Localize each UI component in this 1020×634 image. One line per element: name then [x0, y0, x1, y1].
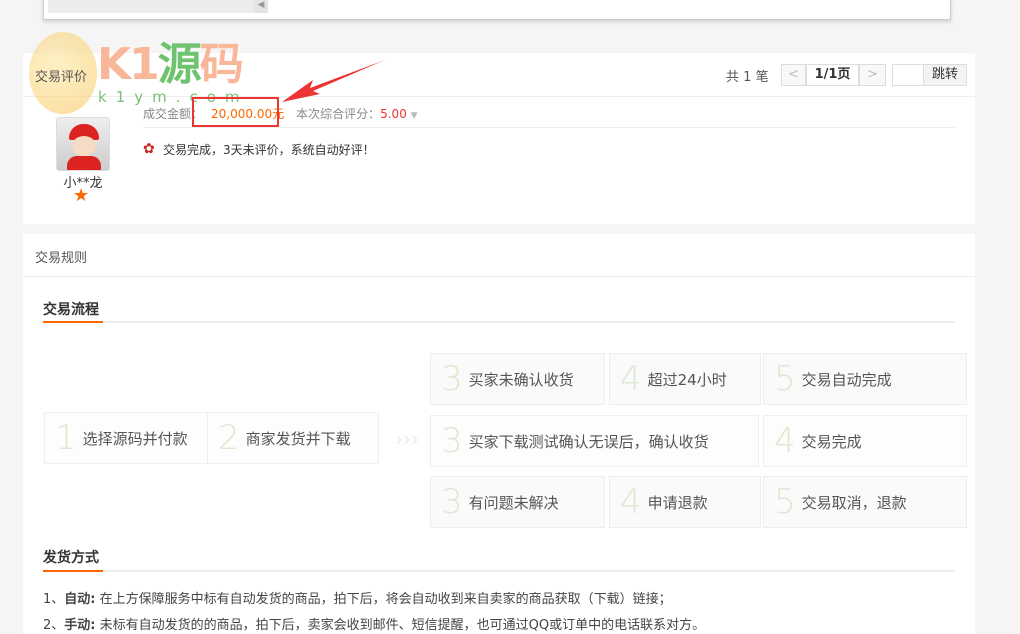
- flow-step: 3 有问题未解决: [430, 476, 605, 528]
- ship-title: 发货方式: [43, 550, 99, 566]
- ship-item: 2、手动: 未标有自动发货的的商品，拍下后，卖家会收到邮件、短信提醒，也可通过Q…: [43, 618, 706, 633]
- rating-star-icon: ★: [73, 185, 90, 206]
- flow-step: 3 买家未确认收货: [430, 353, 605, 405]
- flow-step: 5 交易自动完成: [763, 353, 967, 405]
- flow-step: 4 交易完成: [763, 415, 967, 467]
- flow-step: 4 申请退款: [609, 476, 761, 528]
- horizontal-scrollbar[interactable]: [48, 0, 256, 13]
- review-title: 交易评价: [35, 70, 88, 85]
- flow-step: 1 选择源码并付款: [44, 412, 209, 464]
- flow-step: 2 商家发货并下载: [207, 412, 379, 464]
- rules-panel: 交易规则 交易流程 1 选择源码并付款 2 商家发货并下载 ››› 3 买家未确认收货…: [23, 234, 975, 634]
- page-indicator: 1/1页: [806, 64, 859, 86]
- flower-icon: ✿: [143, 141, 155, 157]
- review-comment: 交易完成，3天未评价，系统自动好评！: [163, 143, 375, 157]
- scroll-left-button[interactable]: ◀: [254, 0, 268, 13]
- flow-arrows-icon: ›››: [395, 427, 419, 451]
- jump-page-input[interactable]: [892, 64, 924, 86]
- flow-title: 交易流程: [43, 302, 99, 318]
- jump-button[interactable]: 跳转: [923, 64, 967, 86]
- flow-step: 4 超过24小时: [609, 353, 761, 405]
- next-page-button[interactable]: >: [859, 64, 886, 86]
- avatar: [56, 117, 110, 171]
- flow-step: 3 买家下载测试确认无误后，确认收货: [430, 415, 759, 467]
- ship-item: 1、自动: 在上方保障服务中标有自动发货的商品，拍下后，将会自动收到来自卖家的商…: [43, 592, 672, 607]
- embedded-frame: ◀: [43, 0, 951, 20]
- prev-page-button[interactable]: <: [781, 64, 806, 86]
- rules-title: 交易规则: [35, 251, 88, 266]
- flow-step: 5 交易取消，退款: [763, 476, 967, 528]
- total-count: 共 1 笔: [726, 70, 769, 85]
- annotation-arrow-icon: [282, 60, 385, 102]
- score: 5.00: [380, 107, 407, 121]
- highlight-box: [192, 97, 279, 127]
